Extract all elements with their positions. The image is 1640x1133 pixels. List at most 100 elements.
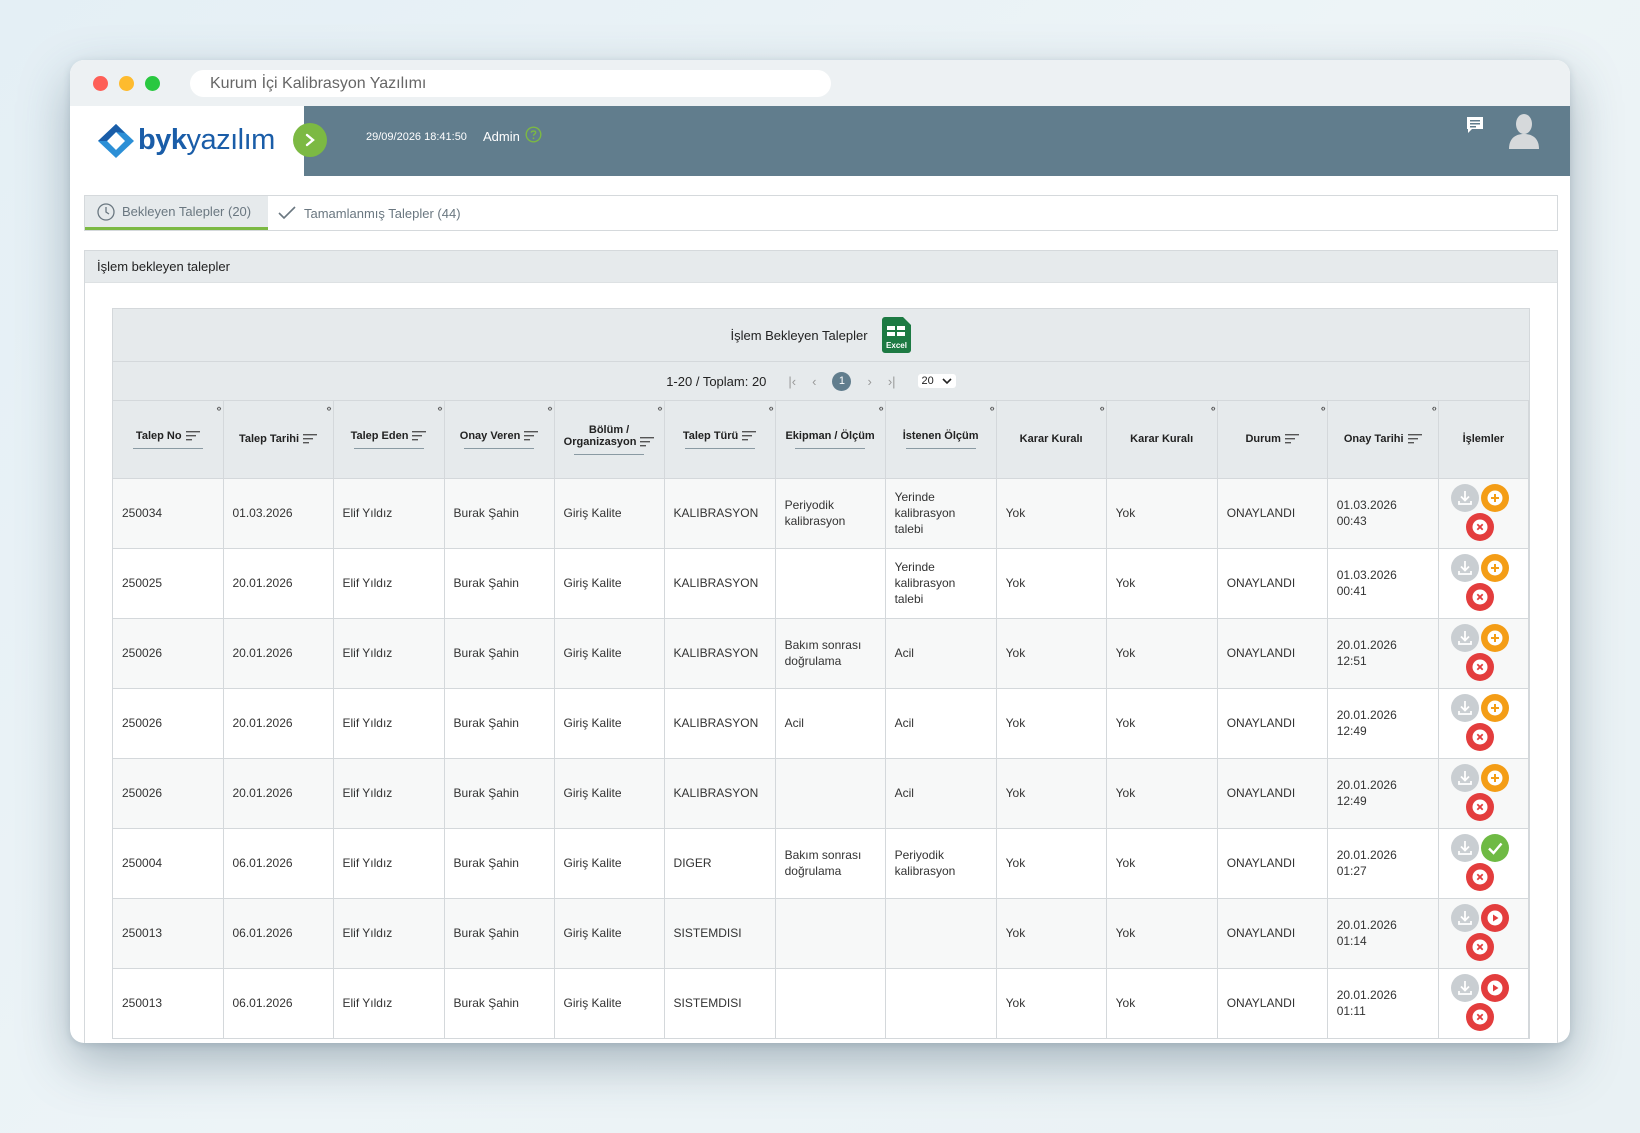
sort-icon[interactable] — [303, 434, 318, 444]
column-header[interactable]: ‹› Talep Tarihi — [223, 401, 334, 478]
prev-page-icon[interactable]: ‹ — [812, 374, 816, 389]
column-resize-icon[interactable]: ‹› — [1321, 403, 1326, 413]
cancel-button[interactable] — [1465, 512, 1494, 541]
cell-durum: ONAYLANDI — [1217, 687, 1328, 758]
cancel-button[interactable] — [1465, 722, 1494, 751]
sort-icon[interactable] — [185, 430, 200, 441]
table-row[interactable]: 250026 20.01.2026 Elif Yıldız Burak Şahin Gi… — [113, 757, 1530, 828]
cancel-button[interactable] — [1465, 862, 1494, 891]
minimize-window-button[interactable] — [119, 76, 134, 91]
tab-pending-requests[interactable]: Bekleyen Talepler (20) — [85, 196, 268, 230]
cell-talep-no: 250026 — [113, 757, 224, 828]
logo-light: yazılım — [186, 124, 275, 156]
column-header[interactable]: ‹› Talep No — [113, 401, 224, 478]
filter-underline[interactable] — [905, 447, 976, 449]
cell-actions — [1438, 547, 1530, 618]
filter-underline[interactable] — [464, 447, 535, 449]
cell-istenen-olcum: Acil — [885, 617, 997, 688]
column-resize-icon[interactable]: ‹› — [1211, 403, 1216, 413]
filter-underline[interactable] — [353, 447, 424, 449]
download-button[interactable] — [1450, 763, 1479, 792]
table-row[interactable]: 250013 06.01.2026 Elif Yıldız Burak Şahin Gi… — [113, 897, 1530, 968]
filter-underline[interactable] — [574, 453, 645, 455]
add-button[interactable] — [1480, 483, 1509, 512]
next-page-icon[interactable]: › — [867, 374, 871, 389]
column-resize-icon[interactable]: ‹› — [438, 403, 443, 413]
add-button[interactable] — [1480, 763, 1509, 792]
column-header[interactable]: ‹› Onay Tarihi — [1327, 401, 1439, 478]
column-resize-icon[interactable]: ‹› — [548, 403, 553, 413]
download-button[interactable] — [1450, 973, 1479, 1002]
download-button[interactable] — [1450, 553, 1479, 582]
sort-icon[interactable] — [524, 430, 539, 441]
column-header[interactable]: ‹› Durum — [1217, 401, 1328, 478]
column-resize-icon[interactable]: ‹› — [217, 403, 222, 413]
cell-ekipman — [775, 757, 886, 828]
last-page-icon[interactable]: ›| — [888, 374, 896, 389]
header-username[interactable]: Admin — [483, 129, 520, 144]
first-page-icon[interactable]: |‹ — [788, 374, 796, 389]
table-row[interactable]: 250034 01.03.2026 Elif Yıldız Burak Şahin Gi… — [113, 477, 1530, 548]
column-header[interactable]: ‹› Onay Veren — [444, 401, 555, 478]
chat-icon[interactable] — [1464, 114, 1486, 136]
cancel-button[interactable] — [1465, 1002, 1494, 1031]
cancel-button[interactable] — [1465, 932, 1494, 961]
filter-underline[interactable] — [684, 447, 755, 449]
column-resize-icon[interactable]: ‹› — [879, 403, 884, 413]
download-button[interactable] — [1450, 623, 1479, 652]
tab-completed-label: Tamamlanmış Talepler (44) — [304, 205, 461, 221]
column-resize-icon[interactable]: ‹› — [769, 403, 774, 413]
add-button[interactable] — [1480, 553, 1509, 582]
column-header-label: Talep Türü — [682, 429, 739, 442]
page-size-select[interactable]: 20 — [917, 374, 956, 388]
help-icon[interactable] — [525, 126, 542, 143]
close-window-button[interactable] — [93, 76, 108, 91]
download-button[interactable] — [1450, 903, 1479, 932]
cancel-button[interactable] — [1465, 792, 1494, 821]
start-button[interactable] — [1480, 973, 1509, 1002]
column-header[interactable]: ‹› Talep Eden — [333, 401, 445, 478]
download-button[interactable] — [1450, 483, 1479, 512]
cell-talep-tarihi: 20.01.2026 — [223, 687, 334, 758]
column-resize-icon[interactable]: ‹› — [1100, 403, 1105, 413]
add-button[interactable] — [1480, 623, 1509, 652]
column-resize-icon[interactable]: ‹› — [1432, 403, 1437, 413]
download-button[interactable] — [1450, 833, 1479, 862]
logo[interactable]: bykyazılım — [70, 106, 304, 176]
filter-underline[interactable] — [132, 447, 203, 449]
cell-talep-eden: Elif Yıldız — [333, 687, 445, 758]
column-header: ‹› Ekipman / Ölçüm — [775, 401, 886, 478]
cell-talep-no: 250026 — [113, 687, 224, 758]
excel-icon[interactable]: Excel — [881, 317, 912, 353]
cell-talep-turu: DIGER — [664, 827, 776, 898]
column-header[interactable]: ‹› Talep Türü — [664, 401, 776, 478]
cancel-button[interactable] — [1465, 652, 1494, 681]
column-header[interactable]: ‹› Bölüm / Organizasyon — [554, 401, 665, 478]
sort-icon[interactable] — [1407, 434, 1422, 444]
start-button[interactable] — [1480, 903, 1509, 932]
add-button[interactable] — [1480, 693, 1509, 722]
sort-icon[interactable] — [742, 430, 757, 441]
column-resize-icon[interactable]: ‹› — [327, 403, 332, 413]
current-page-button[interactable]: 1 — [832, 371, 852, 391]
table-row[interactable]: 250026 20.01.2026 Elif Yıldız Burak Şahin Gi… — [113, 617, 1530, 688]
sidebar-toggle-button[interactable] — [293, 123, 327, 157]
table-row[interactable]: 250013 06.01.2026 Elif Yıldız Burak Şahin Gi… — [113, 967, 1530, 1038]
download-button[interactable] — [1450, 693, 1479, 722]
sort-icon[interactable] — [412, 430, 427, 441]
cancel-button[interactable] — [1465, 582, 1494, 611]
sort-icon[interactable] — [1284, 434, 1299, 444]
column-resize-icon[interactable]: ‹› — [658, 403, 663, 413]
table-row[interactable]: 250025 20.01.2026 Elif Yıldız Burak Şahin Gi… — [113, 547, 1530, 618]
filter-underline[interactable] — [795, 447, 866, 449]
cell-actions — [1438, 617, 1530, 688]
table-row[interactable]: 250004 06.01.2026 Elif Yıldız Burak Şahin Gi… — [113, 827, 1530, 898]
user-avatar-icon[interactable] — [1507, 111, 1541, 151]
tab-completed-requests[interactable]: Tamamlanmış Talepler (44) — [277, 196, 461, 230]
maximize-window-button[interactable] — [145, 76, 160, 91]
column-resize-icon[interactable]: ‹› — [990, 403, 995, 413]
cell-talep-tarihi: 20.01.2026 — [223, 757, 334, 828]
approve-button[interactable] — [1480, 833, 1509, 862]
table-row[interactable]: 250026 20.01.2026 Elif Yıldız Burak Şahin Gi… — [113, 687, 1530, 758]
sort-icon[interactable] — [640, 436, 655, 447]
